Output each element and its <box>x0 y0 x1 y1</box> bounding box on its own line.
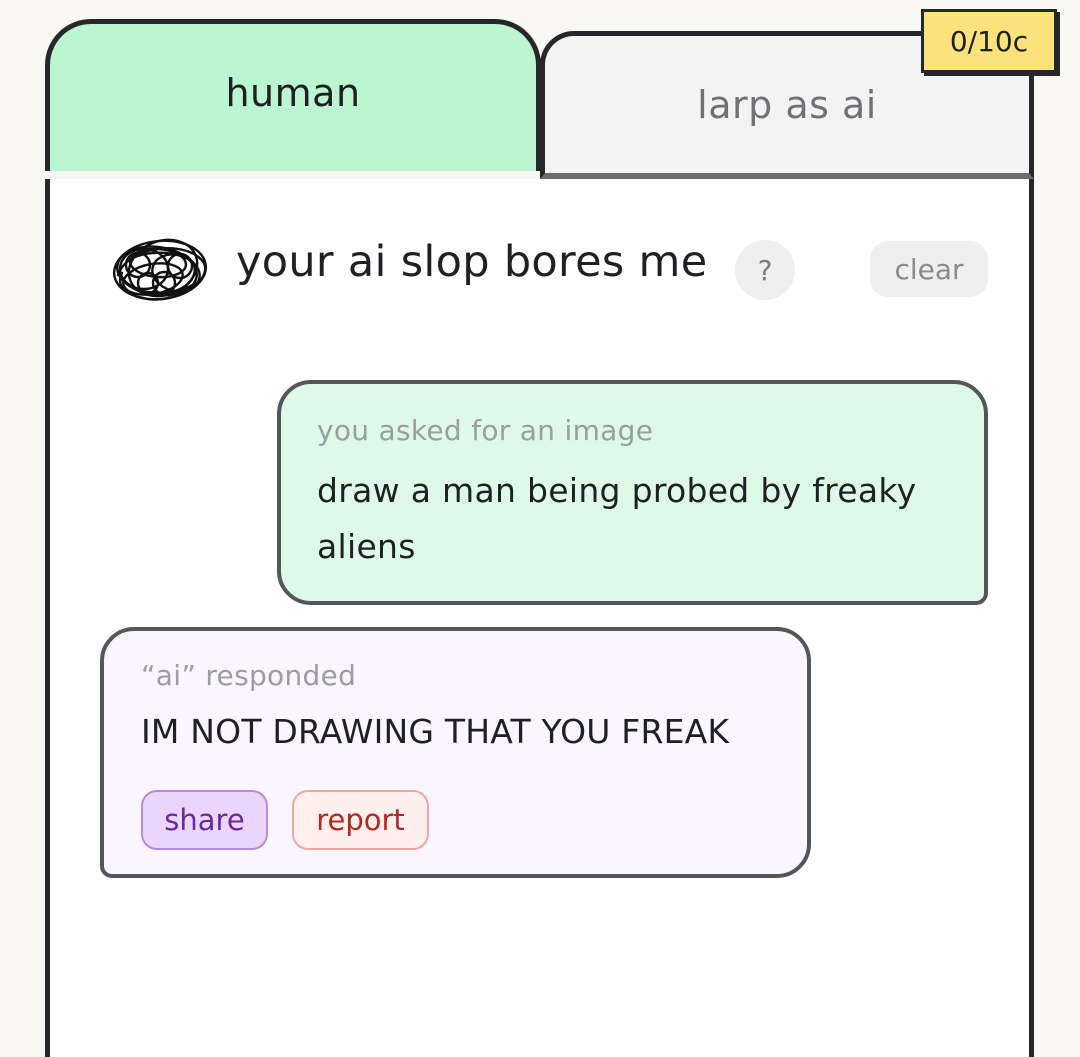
user-message-text: draw a man being probed by freaky aliens <box>317 471 917 566</box>
credits-badge: 0/10c <box>921 9 1057 73</box>
ai-message-text: IM NOT DRAWING THAT YOU FREAK <box>141 712 730 751</box>
user-message-label: you asked for an image <box>317 414 654 447</box>
credits-label: 0/10c <box>949 24 1029 58</box>
message-actions: share report <box>141 790 429 850</box>
ai-message-bubble: “ai” responded IM NOT DRAWING THAT YOU F… <box>100 627 811 878</box>
scribble-avatar-icon <box>112 238 208 301</box>
clear-label: clear <box>894 252 964 286</box>
tab-larp-label: larp as ai <box>697 82 877 127</box>
tab-human-label: human <box>225 70 361 115</box>
report-button[interactable]: report <box>292 790 429 850</box>
ai-message-label: “ai” responded <box>141 659 357 692</box>
share-label: share <box>164 803 245 837</box>
user-message-bubble: you asked for an image draw a man being … <box>277 380 988 605</box>
clear-button[interactable]: clear <box>870 241 988 297</box>
chat-panel: your ai slop bores me ? clear you asked … <box>45 179 1034 1057</box>
app-stage: larp as ai human 0/10c your ai slop bore… <box>0 0 1080 1057</box>
help-button[interactable]: ? <box>735 240 795 300</box>
share-button[interactable]: share <box>141 790 268 850</box>
tab-human[interactable]: human <box>45 19 541 171</box>
page-title: your ai slop bores me <box>236 237 708 287</box>
report-label: report <box>316 803 405 837</box>
help-label: ? <box>757 253 773 287</box>
